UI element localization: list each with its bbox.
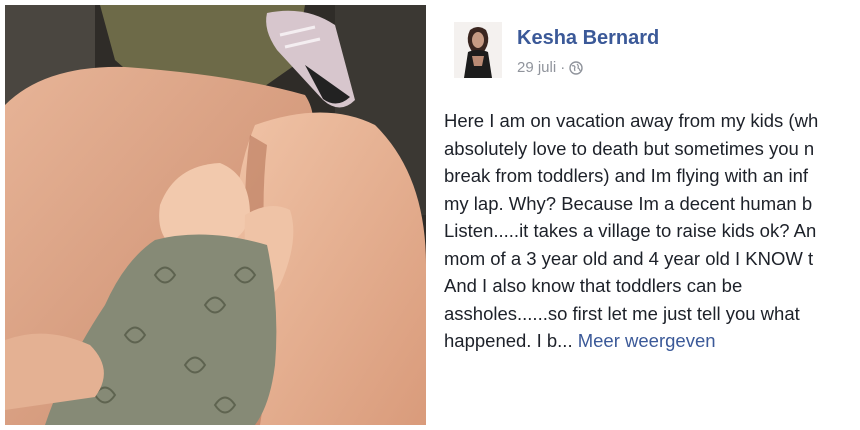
photo-image [5, 5, 426, 425]
post-text-line: my lap. Why? Because Im a decent human b [444, 192, 813, 214]
post-photo[interactable] [5, 5, 426, 425]
post-text-line: And I also know that toddlers can be [444, 275, 743, 296]
post-text-line: Listen.....it takes a village to raise k… [444, 220, 817, 241]
post-meta: 29 juli · [517, 59, 583, 76]
see-more-link[interactable]: Meer weergeven [578, 330, 716, 351]
post-text-line: happened. I b... [444, 330, 573, 351]
post-text-line: mom of a 3 year old and 4 year old I KNO… [444, 247, 814, 269]
post-text-line: Here I am on vacation away from my kids … [444, 110, 819, 131]
globe-icon[interactable] [569, 60, 583, 75]
avatar[interactable] [454, 22, 502, 78]
author-name[interactable]: Kesha Bernard [517, 27, 659, 50]
post-text-line: break from toddlers) and Im flying with … [444, 165, 808, 186]
post-text-line: assholes......so first let me just tell … [444, 302, 800, 324]
facebook-post: Kesha Bernard 29 juli · Here I am on vac… [426, 0, 860, 430]
post-date[interactable]: 29 juli [517, 59, 556, 76]
post-text-last-line: happened. I b... Meer weergeven [444, 327, 860, 355]
avatar-image [454, 22, 502, 78]
post-text: Here I am on vacation away from my kids … [444, 107, 860, 355]
post-text-line: absolutely love to death but sometimes y… [444, 137, 815, 159]
meta-separator: · [560, 59, 566, 76]
